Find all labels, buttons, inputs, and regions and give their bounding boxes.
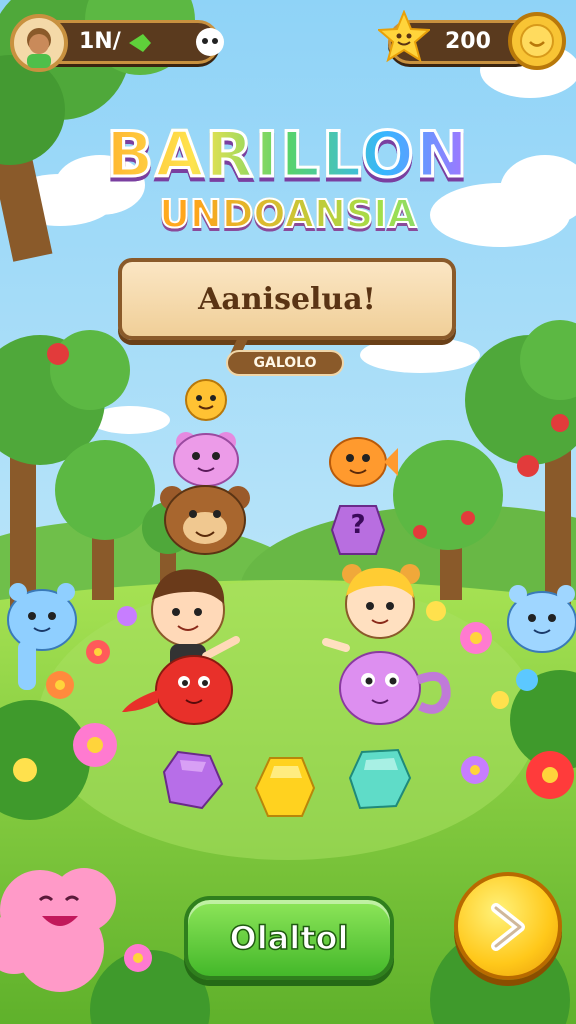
pink-creature (173, 432, 239, 487)
blue-creature-right (507, 585, 576, 653)
red-creature (122, 655, 233, 725)
game-scene: 1N/ 200 BARILLON UNDOANSIA Aaniselua! GA… (0, 0, 576, 1024)
brown-creature (160, 485, 250, 555)
purple-gem[interactable] (162, 750, 224, 810)
question-mark-label: ? (350, 510, 366, 540)
pink-cloud-creature (0, 868, 116, 992)
purple-creature (339, 651, 451, 725)
chevron-right-icon (491, 903, 525, 951)
next-button[interactable] (454, 872, 562, 980)
yellow-creature (185, 379, 227, 421)
teal-gem[interactable] (348, 748, 412, 810)
play-button[interactable]: Olaltol (184, 896, 394, 980)
girl-character (322, 564, 420, 652)
yellow-gem[interactable] (254, 756, 316, 818)
characters-layer (0, 379, 576, 992)
orange-creature (329, 437, 398, 487)
blue-creature-left (7, 583, 77, 690)
